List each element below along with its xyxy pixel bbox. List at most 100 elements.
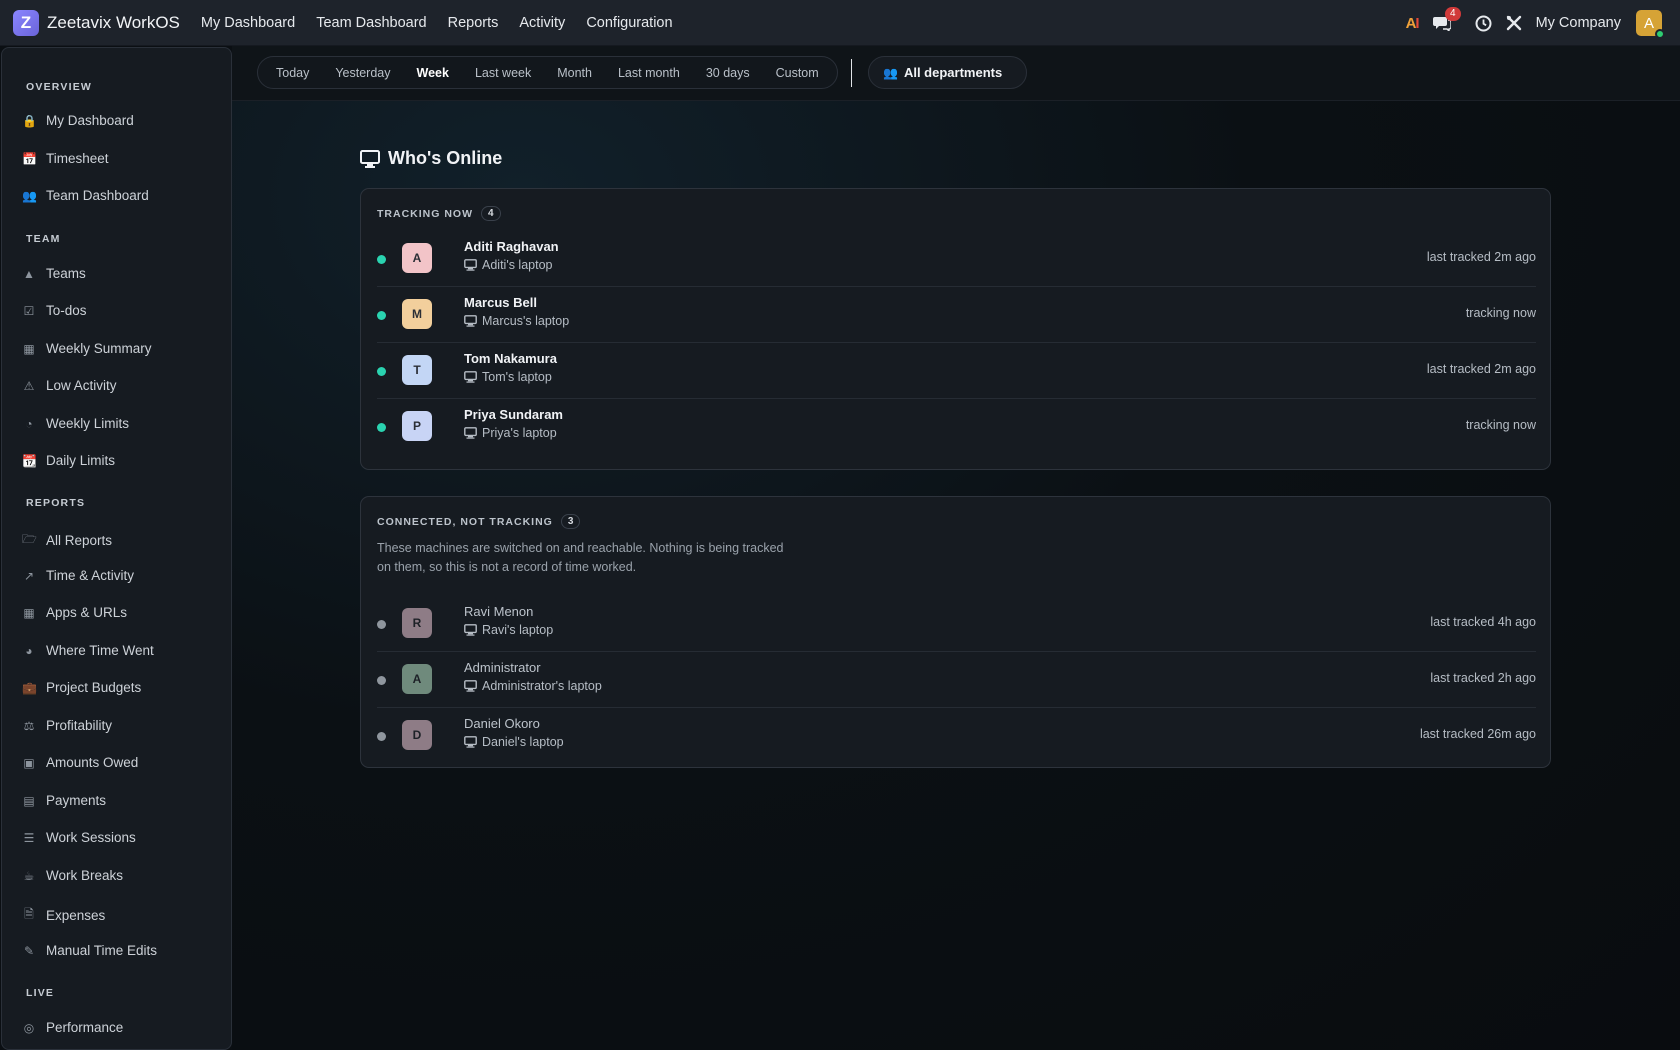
sidebar-item-label: Manual Time Edits [46,943,158,958]
status-dot [377,255,386,264]
list-item[interactable]: A Aditi Raghavan Aditi's laptop last tracke… [377,231,1536,287]
device-name: Aditi's laptop [482,258,553,272]
list-item[interactable]: D Daniel Okoro Daniel's laptop last tracked… [377,708,1536,764]
sidebar-item-amounts-owed[interactable]: ▣ Amounts Owed [22,755,138,770]
device-name: Administrator's laptop [482,679,602,693]
list-item[interactable]: T Tom Nakamura Tom's laptop last tracked 2m… [377,343,1536,399]
sidebar-item-label: Timesheet [46,151,109,166]
member-name[interactable]: Aditi Raghavan [464,239,559,254]
avatar: M [402,299,432,329]
member-name[interactable]: Tom Nakamura [464,351,557,366]
period-month[interactable]: Month [544,66,605,80]
tracking-now-count: 4 [481,206,501,221]
member-name[interactable]: Daniel Okoro [464,716,540,731]
lock-icon: 🔒 [22,113,37,128]
sidebar-item-expenses[interactable]: 🗎 Expenses [22,905,105,926]
member-name[interactable]: Marcus Bell [464,295,537,310]
tracking-now-header: TRACKING NOW 4 [377,206,501,221]
sidebar-item-teams[interactable]: ▲ Teams [22,266,86,281]
user-avatar[interactable]: A [1636,10,1665,39]
sidebar-item-payments[interactable]: ▤ Payments [22,793,106,808]
connected-count: 3 [560,514,581,529]
brand-name: Zeetavix WorkOS [47,12,180,32]
section-live: LIVE [26,987,55,999]
list-item[interactable]: A Administrator Administrator's laptop last… [377,652,1536,708]
timer-button[interactable] [1475,15,1492,32]
device-label: Aditi's laptop [464,258,552,272]
device-name: Priya's laptop [482,426,557,440]
line-chart-icon: ↗ [23,568,35,583]
sidebar-item-work-sessions[interactable]: ☰ Work Sessions [22,830,136,845]
tools-button[interactable] [1506,15,1522,31]
member-name[interactable]: Ravi Menon [464,604,533,619]
member-name[interactable]: Administrator [464,660,541,675]
sidebar-item-label: Expenses [46,908,106,923]
ai-icon[interactable]: AI [1406,15,1420,32]
status-dot [377,367,386,376]
period-custom[interactable]: Custom [763,66,832,80]
nav-configuration[interactable]: Configuration [586,15,672,31]
period-30-days[interactable]: 30 days [693,66,763,80]
top-right-tools: AI 4 My Company A [1392,0,1665,46]
sidebar-item-where-time-went[interactable]: ◕ Where Time Went [22,643,153,658]
edit-icon: ✎ [23,943,35,958]
sidebar-item-weekly-summary[interactable]: ▦ Weekly Summary [22,341,151,356]
nav-my-dashboard[interactable]: My Dashboard [201,15,295,31]
period-selector: Today Yesterday Week Last week Month Las… [257,56,838,89]
sidebar-item-daily-limits[interactable]: 📆 Daily Limits [22,453,115,468]
status-text: last tracked 2m ago [1426,362,1536,376]
money-icon: ▣ [23,755,35,770]
user-avatar-letter: A [1643,14,1654,32]
credit-card-icon: ▤ [23,793,35,808]
period-yesterday[interactable]: Yesterday [322,66,403,80]
brand-logo: Z [13,9,39,36]
period-today[interactable]: Today [263,66,322,80]
users-icon: 👥 [883,65,898,80]
member-name[interactable]: Priya Sundaram [464,407,563,422]
sidebar-item-project-budgets[interactable]: 💼 Project Budgets [22,680,141,695]
brand[interactable]: Z Zeetavix WorkOS [13,9,180,36]
receipt-icon: 🗎 [24,907,34,921]
sidebar-item-todos[interactable]: ☑ To-dos [22,303,87,318]
sidebar-item-low-activity[interactable]: ⚠ Low Activity [22,378,117,393]
status-text: last tracked 2h ago [1430,671,1536,685]
sidebar-item-my-dashboard[interactable]: 🔒 My Dashboard [22,113,134,128]
sidebar-item-team-dashboard[interactable]: 👥 Team Dashboard [22,188,149,203]
sidebar-item-profitability[interactable]: ⚖ Profitability [22,718,112,733]
list-item[interactable]: P Priya Sundaram Priya's laptop tracking no… [377,399,1536,455]
sidebar-item-performance[interactable]: ◎ Performance [22,1020,124,1035]
company-switcher[interactable]: My Company [1536,15,1621,31]
nav-reports[interactable]: Reports [448,15,499,31]
sidebar-item-timesheet[interactable]: 📅 Timesheet [22,151,109,166]
sidebar-item-all-reports[interactable]: 🗁 All Reports [22,530,112,551]
status-dot [377,423,386,432]
nav-team-dashboard[interactable]: Team Dashboard [316,15,426,31]
period-last-week[interactable]: Last week [462,66,544,80]
period-last-month[interactable]: Last month [605,66,693,80]
connected-card: CONNECTED, NOT TRACKING 3 These machines… [360,496,1551,768]
tracking-now-card: TRACKING NOW 4 A Aditi Raghavan Aditi's la… [360,188,1551,470]
avatar: A [402,664,432,694]
messages-button[interactable]: 4 [1432,7,1461,31]
warning-icon: ⚠ [23,378,35,393]
connected-header: CONNECTED, NOT TRACKING 3 [377,514,581,529]
monitor-icon [464,736,477,748]
list-item[interactable]: M Marcus Bell Marcus's laptop tracking now [377,287,1536,343]
sidebar-item-manual-time-edits[interactable]: ✎ Manual Time Edits [22,943,157,958]
sidebar-item-work-breaks[interactable]: ☕ Work Breaks [22,868,123,883]
folder-icon: 🗁 [22,532,37,546]
sidebar-item-label: Apps & URLs [46,605,128,620]
period-week[interactable]: Week [404,66,462,80]
list-item[interactable]: R Ravi Menon Ravi's laptop last tracked 4h … [377,596,1536,652]
sidebar-item-time-activity[interactable]: ↗ Time & Activity [22,568,134,583]
top-nav: My Dashboard Team Dashboard Reports Acti… [201,15,694,31]
status-dot [377,311,386,320]
status-text: tracking now [1465,418,1536,432]
nav-activity[interactable]: Activity [519,15,565,31]
device-label: Daniel's laptop [464,735,564,749]
department-filter[interactable]: 👥 All departments [868,56,1027,89]
sidebar-item-weekly-limits[interactable]: ◔ Weekly Limits [22,416,129,431]
sidebar-item-apps-urls[interactable]: ▦ Apps & URLs [22,605,127,620]
coffee-icon: ☕ [23,868,35,883]
device-label: Priya's laptop [464,426,557,440]
